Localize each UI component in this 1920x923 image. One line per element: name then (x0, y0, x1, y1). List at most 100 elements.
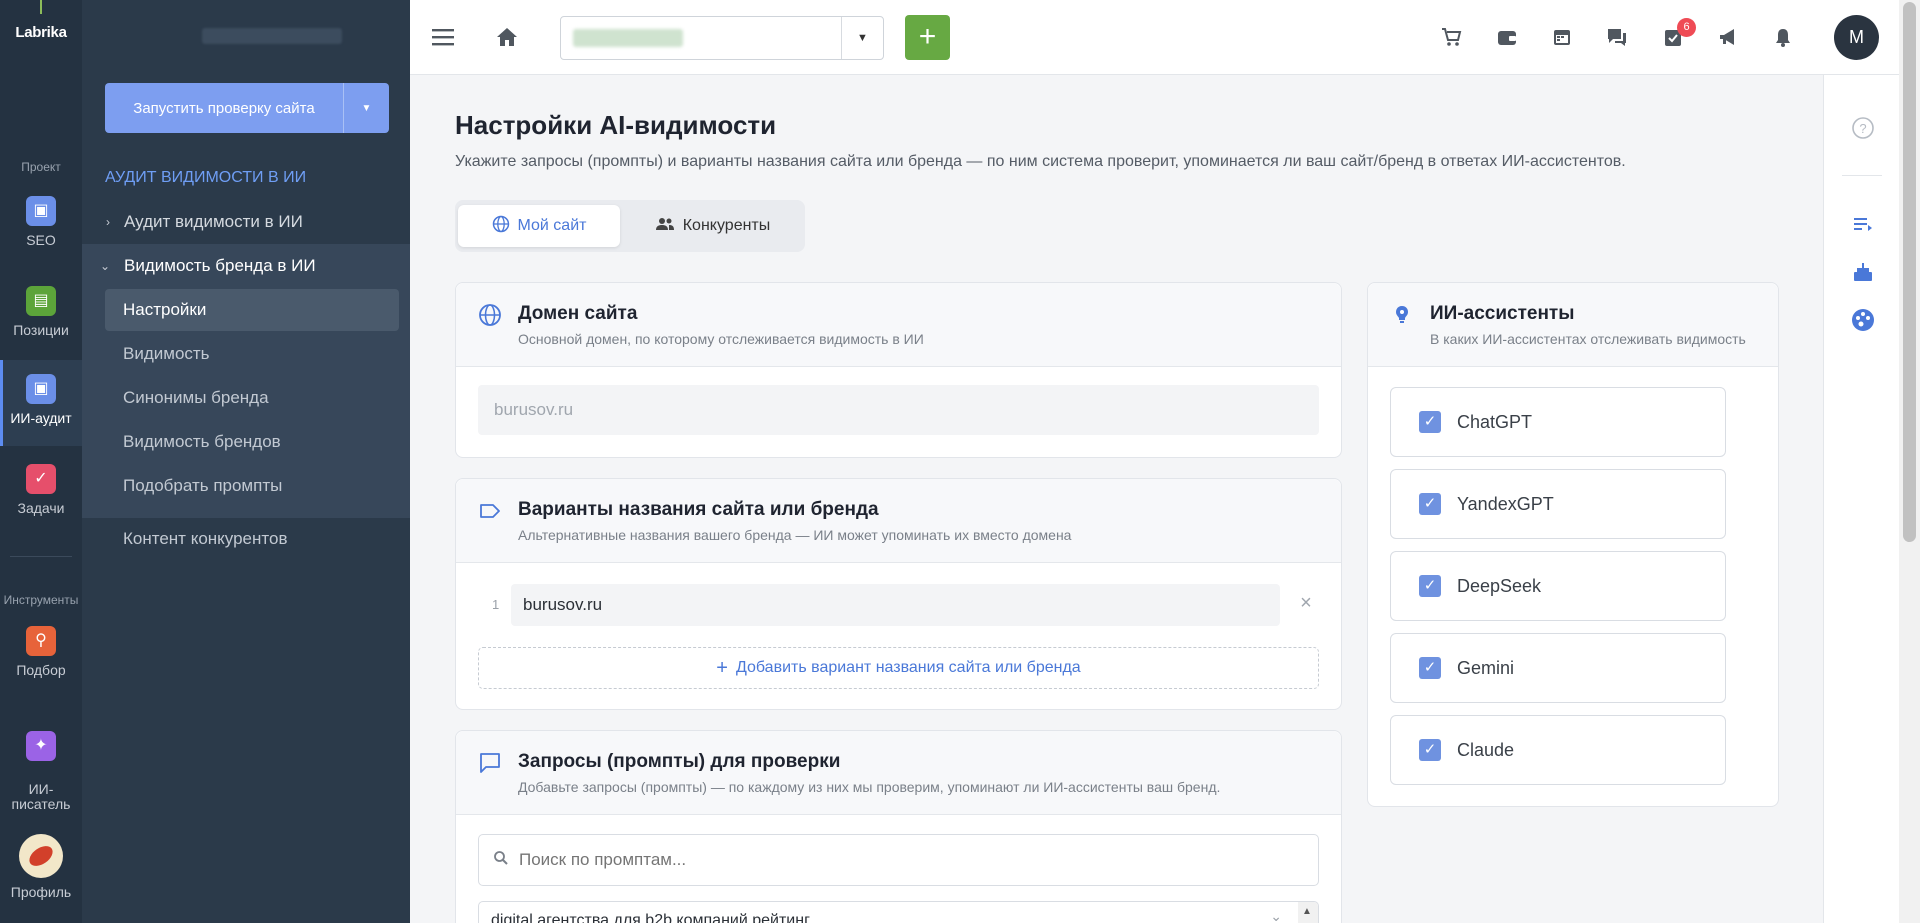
domain-card: Домен сайта Основной домен, по которому … (455, 282, 1342, 458)
rail-item-ai-writer[interactable]: ✦ ИИ- писатель (0, 716, 82, 812)
page-scrollbar[interactable] (1899, 0, 1920, 923)
profile-logo-icon (19, 834, 63, 878)
magic-wand-icon: ✦ (26, 731, 56, 761)
sidebar-subitem-brand-synonyms[interactable]: Синонимы бренда (105, 377, 399, 419)
rail-item-tasks[interactable]: ✓ Задачи (0, 464, 82, 536)
card-title: ИИ-ассистенты (1430, 303, 1575, 324)
scroll-up-icon[interactable]: ▲ (1302, 906, 1312, 917)
rail-item-label: Подбор (16, 662, 66, 678)
row-number: 1 (492, 597, 500, 612)
sidebar: Запустить проверку сайта ▼ АУДИТ ВИДИМОС… (82, 0, 410, 923)
users-icon (655, 216, 675, 237)
checkbox-checked-icon[interactable]: ✓ (1419, 657, 1441, 679)
prompt-item[interactable]: digital агентства для b2b компаний рейти… (491, 912, 810, 923)
assistant-claude[interactable]: ✓ Claude (1390, 715, 1726, 785)
rail-item-profile[interactable]: Профиль (0, 834, 82, 906)
rail-item-ai-audit[interactable]: ▣ ИИ-аудит (0, 360, 82, 446)
assistant-yandexgpt[interactable]: ✓ YandexGPT (1390, 469, 1726, 539)
wallet-icon[interactable] (1492, 22, 1522, 52)
chevron-down-icon: ⌄ (99, 259, 110, 273)
card-subtitle: В каких ИИ-ассистентах отслеживать видим… (1430, 331, 1746, 347)
assistant-label: DeepSeek (1457, 575, 1542, 596)
sidebar-subitem-settings[interactable]: Настройки (105, 289, 399, 331)
blurred-username (202, 28, 342, 44)
calendar-icon[interactable] (1547, 22, 1577, 52)
add-button[interactable]: + (905, 15, 950, 60)
comment-icon (478, 751, 504, 777)
app-logo[interactable]: Labrika (0, 24, 82, 41)
assistants-card: ИИ-ассистенты В каких ИИ-ассистентах отс… (1367, 282, 1779, 807)
add-variant-button[interactable]: + Добавить вариант названия сайта или бр… (478, 647, 1319, 689)
sidebar-item-ai-audit[interactable]: › Аудит видимости в ИИ (82, 200, 410, 244)
rail-item-label: SEO (26, 232, 56, 248)
rail-item-label: Задачи (17, 500, 65, 516)
sidebar-subitem-pick-prompts[interactable]: Подобрать промпты (105, 465, 399, 507)
assistant-deepseek[interactable]: ✓ DeepSeek (1390, 551, 1726, 621)
check-icon: ✓ (26, 464, 56, 494)
domain-field: burusov.ru (478, 385, 1319, 435)
assistant-gemini[interactable]: ✓ Gemini (1390, 633, 1726, 703)
svg-text:?: ? (1859, 121, 1866, 136)
tab-label: Мой сайт (517, 217, 587, 234)
chat-icon[interactable] (1602, 22, 1632, 52)
bell-icon[interactable] (1768, 22, 1798, 52)
run-check-dropdown[interactable]: ▼ (343, 83, 389, 133)
sidebar-item-brand-visibility[interactable]: ⌄ Видимость бренда в ИИ (82, 244, 410, 288)
avatar[interactable]: M (1834, 15, 1879, 60)
card-subtitle: Основной домен, по которому отслеживаетс… (518, 331, 924, 347)
project-select[interactable]: ▼ (560, 16, 884, 60)
chevron-down-icon[interactable]: ▼ (841, 17, 883, 59)
card-title: Запросы (промпты) для проверки (518, 751, 841, 772)
checkbox-checked-icon[interactable]: ✓ (1419, 411, 1441, 433)
run-check-button[interactable]: Запустить проверку сайта (105, 83, 343, 133)
chevron-down-icon[interactable]: ⌄ (1270, 908, 1282, 923)
help-icon[interactable]: ? (1848, 113, 1878, 143)
sidebar-item-label: Аудит видимости в ИИ (124, 212, 303, 231)
rail-item-selection[interactable]: ⚲ Подбор (0, 626, 82, 698)
globe-icon (478, 303, 504, 329)
assistant-label: YandexGPT (1457, 493, 1554, 514)
rail-section-tools: Инструменты (3, 593, 79, 607)
page-description: Укажите запросы (промпты) и варианты наз… (455, 153, 1626, 170)
megaphone-icon[interactable] (1713, 22, 1743, 52)
rail-item-positions[interactable]: ▤ Позиции (0, 286, 82, 358)
sidebar-item-competitor-content[interactable]: Контент конкурентов (105, 518, 399, 560)
chevron-right-icon: › (106, 215, 110, 229)
rail-item-seo[interactable]: ▣ SEO (0, 196, 82, 268)
checkbox-checked-icon[interactable]: ✓ (1419, 739, 1441, 761)
cart-icon[interactable] (1436, 22, 1466, 52)
rail-section-project: Проект (21, 160, 61, 174)
assistant-chatgpt[interactable]: ✓ ChatGPT (1390, 387, 1726, 457)
prompt-search-input[interactable] (519, 850, 1279, 870)
blurred-project-name (573, 29, 683, 47)
prompt-list-scrollbar[interactable]: ▲ (1298, 902, 1318, 923)
util-divider (1842, 175, 1882, 176)
tab-my-site[interactable]: Мой сайт (458, 205, 620, 247)
cake-icon[interactable] (1848, 257, 1878, 287)
add-variant-label: Добавить вариант названия сайта или брен… (735, 659, 1081, 676)
menu-icon[interactable] (428, 22, 458, 52)
tab-competitors[interactable]: Конкуренты (625, 205, 800, 247)
assistant-label: ChatGPT (1457, 411, 1533, 432)
right-utility-bar: ? (1823, 75, 1900, 923)
scrollbar-thumb[interactable] (1903, 2, 1916, 542)
sidebar-subitem-brands-visibility[interactable]: Видимость брендов (105, 421, 399, 463)
page-title: Настройки AI-видимости (455, 110, 777, 140)
variant-input[interactable]: burusov.ru (511, 584, 1280, 626)
rail-item-label: Профиль (10, 884, 72, 900)
bulb-icon (1390, 303, 1416, 329)
checkbox-checked-icon[interactable]: ✓ (1419, 575, 1441, 597)
sidebar-subitem-visibility[interactable]: Видимость (105, 333, 399, 375)
prompt-search (478, 834, 1319, 886)
run-check-button-group: Запустить проверку сайта ▼ (105, 83, 389, 133)
checkbox-checked-icon[interactable]: ✓ (1419, 493, 1441, 515)
list-icon[interactable] (1848, 209, 1878, 239)
clipboard-icon: ▣ (26, 196, 56, 226)
palette-icon[interactable] (1848, 305, 1878, 335)
logo-accent (40, 0, 42, 14)
caret-down-icon: ▼ (361, 102, 372, 114)
remove-variant-icon[interactable]: × (1294, 591, 1318, 615)
home-icon[interactable] (492, 22, 522, 52)
assistant-label: Gemini (1457, 657, 1515, 678)
magnifier-icon: ⚲ (26, 626, 56, 656)
